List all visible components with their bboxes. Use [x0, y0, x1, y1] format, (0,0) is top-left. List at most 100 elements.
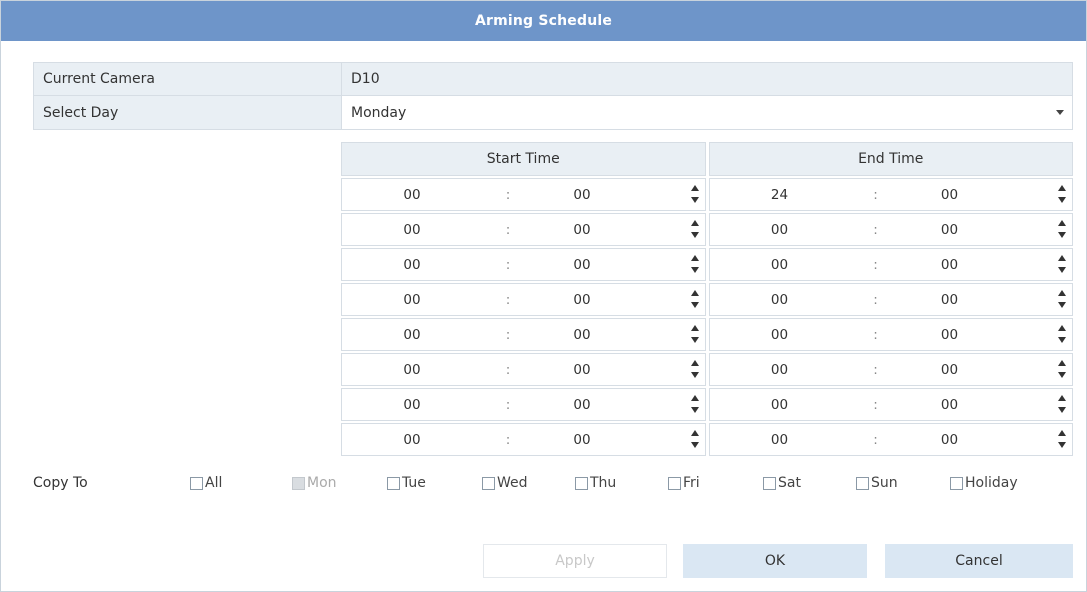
start-hour-field[interactable]: 00	[398, 257, 426, 273]
spin-up-icon[interactable]	[1058, 395, 1066, 401]
copy-to-checkbox-sun[interactable]: Sun	[856, 475, 898, 491]
spinner-control[interactable]	[690, 430, 700, 450]
start-minute-field[interactable]: 00	[568, 222, 596, 238]
end-hour-field[interactable]: 24	[766, 187, 794, 203]
spinner-control[interactable]	[690, 185, 700, 205]
spin-down-icon[interactable]	[1058, 337, 1066, 343]
start-minute-field[interactable]: 00	[568, 292, 596, 308]
start-time-input[interactable]: 00: 00	[341, 388, 706, 421]
start-hour-field[interactable]: 00	[398, 222, 426, 238]
spin-up-icon[interactable]	[1058, 360, 1066, 366]
start-time-input[interactable]: 00: 00	[341, 353, 706, 386]
copy-to-checkbox-sat[interactable]: Sat	[763, 475, 801, 491]
spinner-control[interactable]	[690, 255, 700, 275]
start-time-input[interactable]: 00: 00	[341, 178, 706, 211]
checkbox-icon[interactable]	[387, 476, 400, 490]
spin-down-icon[interactable]	[690, 372, 699, 378]
spin-up-icon[interactable]	[690, 325, 699, 331]
end-time-input[interactable]: 00: 00	[708, 213, 1073, 246]
start-minute-field[interactable]: 00	[568, 362, 596, 378]
end-time-input[interactable]: 00: 00	[708, 318, 1073, 351]
start-minute-field[interactable]: 00	[568, 432, 596, 448]
end-minute-field[interactable]: 00	[936, 397, 964, 413]
start-hour-field[interactable]: 00	[398, 292, 426, 308]
start-time-input[interactable]: 00: 00	[341, 318, 706, 351]
start-hour-field[interactable]: 00	[398, 362, 426, 378]
end-time-input[interactable]: 00: 00	[708, 353, 1073, 386]
copy-to-checkbox-tue[interactable]: Tue	[387, 475, 426, 491]
end-hour-field[interactable]: 00	[766, 292, 794, 308]
spin-down-icon[interactable]	[690, 337, 699, 343]
copy-to-checkbox-all[interactable]: All	[190, 475, 222, 491]
spin-up-icon[interactable]	[690, 360, 699, 366]
spinner-control[interactable]	[1057, 185, 1067, 205]
spin-down-icon[interactable]	[690, 197, 699, 203]
spin-up-icon[interactable]	[690, 430, 699, 436]
checkbox-icon[interactable]	[763, 476, 776, 490]
end-time-input[interactable]: 00: 00	[708, 248, 1073, 281]
end-time-input[interactable]: 00: 00	[708, 283, 1073, 316]
copy-to-checkbox-wed[interactable]: Wed	[482, 475, 528, 491]
ok-button[interactable]: OK	[683, 544, 867, 578]
checkbox-icon[interactable]	[190, 476, 203, 490]
end-time-input[interactable]: 24: 00	[708, 178, 1073, 211]
spinner-control[interactable]	[1057, 430, 1067, 450]
spin-up-icon[interactable]	[1058, 185, 1066, 191]
spin-up-icon[interactable]	[1058, 325, 1066, 331]
end-hour-field[interactable]: 00	[766, 432, 794, 448]
spinner-control[interactable]	[1057, 220, 1067, 240]
end-time-input[interactable]: 00: 00	[708, 423, 1073, 456]
spinner-control[interactable]	[690, 395, 700, 415]
end-minute-field[interactable]: 00	[936, 327, 964, 343]
copy-to-checkbox-thu[interactable]: Thu	[575, 475, 616, 491]
start-hour-field[interactable]: 00	[398, 187, 426, 203]
apply-button[interactable]: Apply	[483, 544, 667, 578]
end-minute-field[interactable]: 00	[936, 432, 964, 448]
spin-down-icon[interactable]	[1058, 442, 1066, 448]
start-minute-field[interactable]: 00	[568, 397, 596, 413]
spin-down-icon[interactable]	[1058, 372, 1066, 378]
spin-down-icon[interactable]	[1058, 302, 1066, 308]
end-minute-field[interactable]: 00	[936, 292, 964, 308]
checkbox-icon[interactable]	[950, 476, 963, 490]
checkbox-icon[interactable]	[575, 476, 588, 490]
spinner-control[interactable]	[690, 220, 700, 240]
end-hour-field[interactable]: 00	[766, 327, 794, 343]
spinner-control[interactable]	[1057, 360, 1067, 380]
start-hour-field[interactable]: 00	[398, 397, 426, 413]
end-hour-field[interactable]: 00	[766, 362, 794, 378]
spin-down-icon[interactable]	[690, 407, 699, 413]
start-time-input[interactable]: 00: 00	[341, 283, 706, 316]
spin-down-icon[interactable]	[1058, 197, 1066, 203]
spinner-control[interactable]	[1057, 395, 1067, 415]
spin-up-icon[interactable]	[1058, 290, 1066, 296]
spin-down-icon[interactable]	[1058, 407, 1066, 413]
end-hour-field[interactable]: 00	[766, 397, 794, 413]
spinner-control[interactable]	[1057, 290, 1067, 310]
spin-up-icon[interactable]	[1058, 255, 1066, 261]
spin-down-icon[interactable]	[690, 232, 699, 238]
spinner-control[interactable]	[690, 360, 700, 380]
end-hour-field[interactable]: 00	[766, 222, 794, 238]
spin-down-icon[interactable]	[690, 267, 699, 273]
spinner-control[interactable]	[1057, 255, 1067, 275]
spin-up-icon[interactable]	[690, 255, 699, 261]
spin-up-icon[interactable]	[690, 220, 699, 226]
start-hour-field[interactable]: 00	[398, 432, 426, 448]
spin-down-icon[interactable]	[1058, 267, 1066, 273]
spin-up-icon[interactable]	[690, 185, 699, 191]
end-minute-field[interactable]: 00	[936, 222, 964, 238]
spinner-control[interactable]	[690, 325, 700, 345]
start-minute-field[interactable]: 00	[568, 257, 596, 273]
copy-to-checkbox-fri[interactable]: Fri	[668, 475, 700, 491]
start-hour-field[interactable]: 00	[398, 327, 426, 343]
start-minute-field[interactable]: 00	[568, 187, 596, 203]
end-minute-field[interactable]: 00	[936, 257, 964, 273]
end-minute-field[interactable]: 00	[936, 362, 964, 378]
start-time-input[interactable]: 00: 00	[341, 213, 706, 246]
spin-down-icon[interactable]	[1058, 232, 1066, 238]
spin-down-icon[interactable]	[690, 302, 699, 308]
end-hour-field[interactable]: 00	[766, 257, 794, 273]
spinner-control[interactable]	[690, 290, 700, 310]
spin-up-icon[interactable]	[690, 395, 699, 401]
